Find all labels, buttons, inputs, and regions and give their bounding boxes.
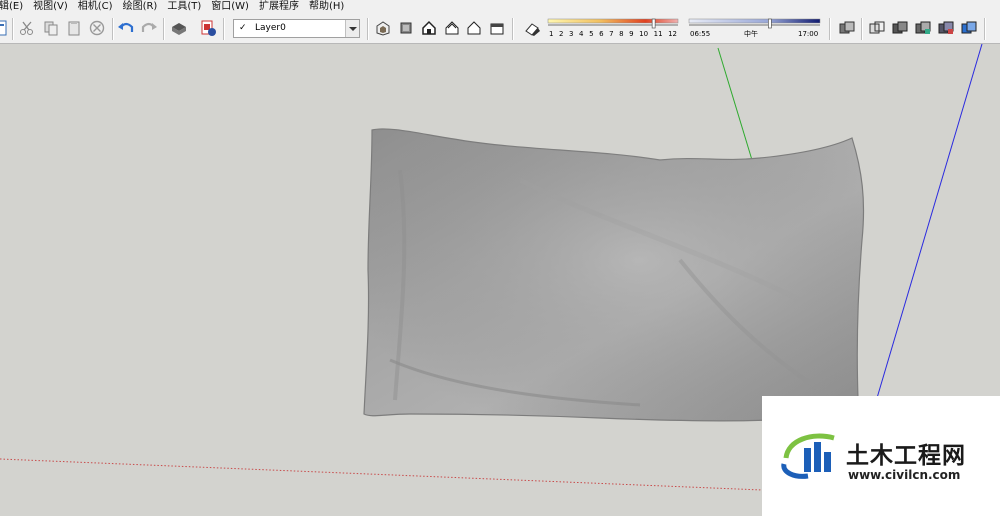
menu-draw[interactable]: 绘图(R)	[118, 0, 163, 14]
watermark-panel: 土木工程网 www.civilcn.com	[762, 396, 1000, 516]
copy-icon[interactable]	[42, 19, 60, 37]
civilcn-logo-icon	[781, 433, 835, 479]
redo-icon[interactable]	[140, 19, 158, 37]
iso-view-icon[interactable]	[374, 19, 392, 37]
watermark-url: www.civilcn.com	[848, 468, 961, 482]
left-view-icon[interactable]	[488, 19, 506, 37]
menu-view[interactable]: 视图(V)	[28, 0, 73, 14]
red-axis	[0, 458, 763, 491]
layer-visible-check: ✓	[239, 23, 247, 33]
menu-tools[interactable]: 工具(T)	[162, 0, 206, 14]
layer-dropdown[interactable]: ✓ Layer0	[233, 19, 360, 38]
menu-bar: 辑(E) 视图(V) 相机(C) 绘图(R) 工具(T) 窗口(W) 扩展程序 …	[0, 0, 1000, 14]
right-view-icon[interactable]	[443, 19, 461, 37]
menu-edit[interactable]: 辑(E)	[0, 0, 28, 14]
shadow-month-labels: 12 34 56 78 9 10 11 12	[549, 30, 677, 38]
report-icon[interactable]	[199, 19, 217, 37]
cut-icon[interactable]	[18, 19, 36, 37]
erase-icon[interactable]	[88, 19, 106, 37]
front-view-icon[interactable]	[420, 19, 438, 37]
back-view-icon[interactable]	[465, 19, 483, 37]
top-view-icon[interactable]	[397, 19, 415, 37]
undo-icon[interactable]	[117, 19, 135, 37]
menu-window[interactable]: 窗口(W)	[206, 0, 254, 14]
main-toolbar: ✓ Layer0 12 3 4 5 6 7 8 9 10 11 12 06:55…	[0, 14, 1000, 44]
green-axis	[717, 47, 753, 161]
time-end-label: 17:00	[798, 30, 819, 38]
print-icon[interactable]	[170, 19, 188, 37]
shadow-toggle-icon[interactable]	[523, 19, 541, 37]
xray-style-icon[interactable]	[868, 19, 886, 37]
chevron-down-icon[interactable]	[345, 20, 359, 37]
shaded-style-icon[interactable]	[937, 19, 955, 37]
paste-icon[interactable]	[65, 19, 83, 37]
menu-help[interactable]: 帮助(H)	[304, 0, 349, 14]
model-info-icon[interactable]	[0, 19, 9, 37]
blue-axis	[876, 44, 983, 399]
time-start-label: 06:55	[690, 30, 711, 38]
textured-style-icon[interactable]	[960, 19, 978, 37]
menu-camera[interactable]: 相机(C)	[73, 0, 118, 14]
menu-extensions[interactable]: 扩展程序	[254, 0, 304, 14]
pillow-model[interactable]	[363, 128, 865, 422]
watermark-title: 土木工程网	[846, 443, 966, 469]
time-noon-label: 中午	[744, 30, 758, 38]
standard-views-icon[interactable]	[838, 19, 856, 37]
layer-name: Layer0	[255, 23, 286, 33]
hidden-line-style-icon[interactable]	[914, 19, 932, 37]
wireframe-style-icon[interactable]	[891, 19, 909, 37]
